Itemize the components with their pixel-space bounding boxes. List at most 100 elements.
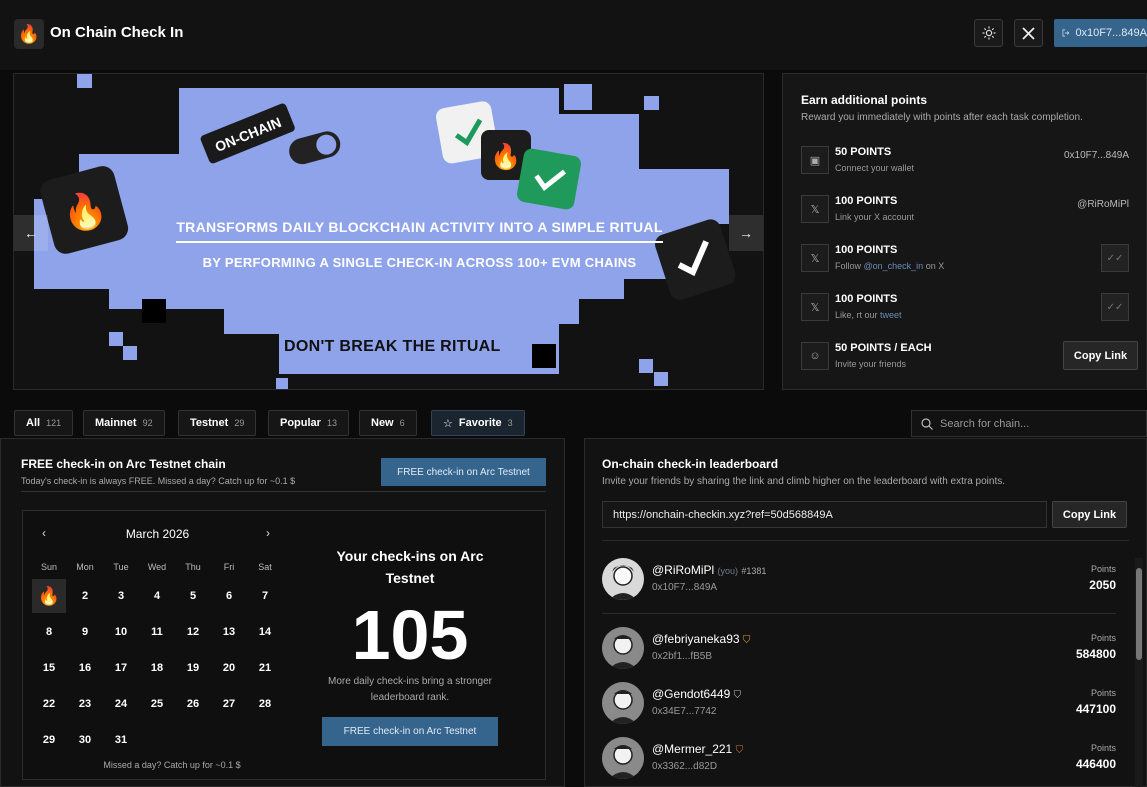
calendar-day[interactable]: 22	[32, 687, 66, 721]
points-value: 447100	[1075, 702, 1116, 716]
calendar-note: Missed a day? Catch up for ~0.1 $	[103, 760, 241, 770]
calendar-day[interactable]: 4	[140, 579, 174, 613]
calendar-day[interactable]: 17	[104, 651, 138, 685]
earn-subtitle: Reward you immediately with points after…	[801, 112, 1083, 123]
your-checkins-title: Your check-ins on Arc Testnet	[336, 548, 484, 586]
task-status-value: @RiRoMiPl	[1077, 199, 1129, 210]
calendar-day[interactable]: 3	[104, 579, 138, 613]
leaderboard-subtitle: Invite your friends by sharing the link …	[602, 476, 1006, 487]
theme-toggle-button[interactable]	[974, 19, 1003, 47]
verify-like-button[interactable]: ✓✓	[1101, 293, 1129, 321]
calendar-day[interactable]: 19	[176, 651, 210, 685]
task-follow-x: 𝕏 100 POINTS Follow @on_check_in on X ✓✓	[801, 244, 1138, 284]
calendar-day[interactable]: 6	[212, 579, 246, 613]
calendar-day[interactable]: 15	[32, 651, 66, 685]
points-value: 446400	[1075, 757, 1116, 771]
double-check-icon: ✓✓	[1106, 301, 1124, 313]
weekday-label: Wed	[147, 562, 167, 572]
tab-popular[interactable]: Popular 13	[268, 410, 349, 436]
tweet-link[interactable]: tweet	[880, 310, 902, 320]
avatar	[602, 737, 644, 779]
wallet-address: 0x2bf1...fB5B	[652, 651, 713, 662]
calendar-day-today[interactable]: 🔥	[32, 579, 66, 613]
leaderboard-title: On-chain check-in leaderboard	[602, 457, 779, 471]
task-points: 50 POINTS / EACH	[835, 342, 932, 354]
free-checkin-button-2[interactable]: FREE check-in on Arc Testnet	[322, 717, 498, 746]
search-icon	[921, 417, 933, 430]
calendar-day[interactable]: 20	[212, 651, 246, 685]
weekday-label: Tue	[113, 562, 129, 572]
tab-testnet[interactable]: Testnet 29	[178, 410, 257, 436]
banner-line-1: TRANSFORMS DAILY BLOCKCHAIN ACTIVITY INT…	[14, 219, 763, 243]
leaderboard-row[interactable]: @Gendot6449 ⛉ 0x34E7...7742 Points 44710…	[602, 682, 1116, 730]
calendar-day[interactable]: 7	[248, 579, 282, 613]
tab-mainnet[interactable]: Mainnet 92	[83, 410, 165, 436]
calendar-day[interactable]: 11	[140, 615, 174, 649]
calendar-day[interactable]: 10	[104, 615, 138, 649]
fire-logo-icon[interactable]: 🔥	[14, 19, 44, 49]
wallet-button[interactable]: 0x10F7...849A	[1054, 19, 1147, 47]
calendar-day[interactable]: 28	[248, 687, 282, 721]
username: @RiRoMiPl (you) #1381	[652, 563, 767, 577]
leaderboard-row-self[interactable]: @RiRoMiPl (you) #1381 0x10F7...849A Poin…	[602, 558, 1116, 606]
copy-referral-button[interactable]: Copy Link	[1052, 501, 1127, 528]
app-title[interactable]: On Chain Check In	[50, 24, 183, 41]
task-desc: Like, rt our tweet	[835, 310, 902, 320]
calendar-day[interactable]: 2	[68, 579, 102, 613]
banner-line-2: BY PERFORMING A SINGLE CHECK-IN ACROSS 1…	[202, 255, 637, 270]
tab-favorite[interactable]: ☆ Favorite 3	[431, 410, 525, 436]
avatar	[602, 558, 644, 600]
x-link-button[interactable]	[1014, 19, 1043, 47]
points-value: 584800	[1075, 647, 1116, 661]
calendar-month: March 2026	[125, 527, 190, 541]
calendar-day[interactable]: 27	[212, 687, 246, 721]
x-icon: 𝕏	[801, 293, 829, 321]
tab-new[interactable]: New 6	[359, 410, 417, 436]
task-desc: Follow @on_check_in on X	[835, 261, 945, 271]
checkin-subtitle: Today's check-in is always FREE. Missed …	[21, 476, 296, 486]
verify-follow-button[interactable]: ✓✓	[1101, 244, 1129, 272]
calendar-day[interactable]: 30	[68, 723, 102, 757]
task-desc: Connect your wallet	[835, 163, 915, 173]
calendar-day[interactable]: 16	[68, 651, 102, 685]
task-points: 100 POINTS	[835, 244, 898, 256]
free-checkin-button[interactable]: FREE check-in on Arc Testnet	[381, 458, 546, 486]
calendar-prev-button[interactable]: ‹	[42, 526, 46, 540]
invite-copy-link-button[interactable]: Copy Link	[1063, 341, 1138, 370]
chevron-left-icon: ‹	[42, 526, 46, 540]
tab-all[interactable]: All 121	[14, 410, 74, 436]
calendar-day[interactable]: 9	[68, 615, 102, 649]
calendar-day[interactable]: 23	[68, 687, 102, 721]
calendar-day[interactable]: 13	[212, 615, 246, 649]
divider	[602, 540, 1129, 541]
scrollbar-thumb[interactable]	[1136, 568, 1142, 660]
search-input[interactable]: Search for chain...	[911, 410, 1147, 437]
calendar-day[interactable]: 8	[32, 615, 66, 649]
divider	[21, 491, 546, 492]
calendar-day[interactable]: 24	[104, 687, 138, 721]
leaderboard-row[interactable]: @Mermer_221 ⛉ 0x3362...d82D Points 44640…	[602, 737, 1116, 785]
calendar-day[interactable]: 18	[140, 651, 174, 685]
users-icon: ☺	[801, 342, 829, 370]
checkin-note: More daily check-ins bring a stronger le…	[328, 676, 492, 703]
calendar-day[interactable]: 21	[248, 651, 282, 685]
earn-title: Earn additional points	[801, 93, 928, 107]
calendar-day[interactable]: 26	[176, 687, 210, 721]
hero-banner: ON-CHAIN 🔥 🔥 ← → TRANSFORMS DAILY BLOCKC…	[13, 73, 764, 390]
logout-icon	[1062, 29, 1070, 37]
calendar-day[interactable]: 29	[32, 723, 66, 757]
calendar-day[interactable]: 25	[140, 687, 174, 721]
calendar-day[interactable]: 12	[176, 615, 210, 649]
referral-link-field[interactable]: https://onchain-checkin.xyz?ref=50d56884…	[602, 501, 1047, 528]
calendar-day[interactable]: 5	[176, 579, 210, 613]
task-points: 100 POINTS	[835, 195, 898, 207]
follow-link[interactable]: @on_check_in	[864, 261, 924, 271]
calendar-next-button[interactable]: ›	[266, 526, 270, 540]
calendar-day[interactable]: 31	[104, 723, 138, 757]
weekday-label: Sun	[40, 562, 57, 572]
x-icon	[1022, 26, 1035, 40]
calendar-day[interactable]: 14	[248, 615, 282, 649]
leaderboard-row[interactable]: @febriyaneka93 ⛉ 0x2bf1...fB5B Points 58…	[602, 627, 1116, 675]
points-label: Points	[1090, 633, 1116, 643]
weekday-label: Mon	[76, 562, 94, 572]
